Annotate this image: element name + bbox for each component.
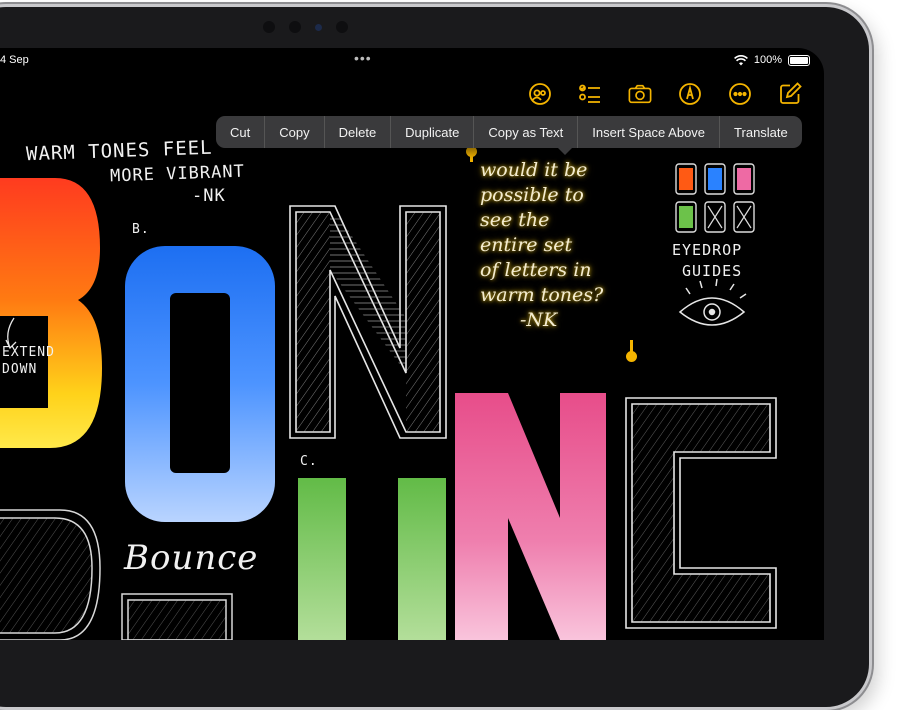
menu-item-delete[interactable]: Delete [325,116,392,148]
note-extend-line2: DOWN [2,362,38,377]
eyedrop-guides-line1: EYEDROP [672,241,743,259]
note-warm-tones-signature: -NK [192,186,226,206]
menu-item-translate[interactable]: Translate [720,116,802,148]
note-line: see the [480,209,550,231]
selection-end-handle[interactable] [626,340,637,362]
note-line: of letters in [480,259,592,281]
menu-item-copy-as-text[interactable]: Copy as Text [474,116,579,148]
label-b: B. [132,222,150,237]
front-camera [263,21,348,33]
note-line: would it be [480,159,588,181]
note-line: -NK [520,309,558,331]
note-line: warm tones? [480,284,604,306]
menu-item-copy[interactable]: Copy [265,116,325,148]
note-extend-line1: EXTEND [2,345,55,360]
note-line: possible to [480,184,584,206]
selected-handwritten-note[interactable]: would it be possible to see the entire s… [480,158,660,333]
notes-canvas[interactable]: 4 Sep ••• 100% WARM TONES FEEL MORE VIBR… [0,48,824,640]
bounce-script: Bounce [124,538,259,578]
menu-item-duplicate[interactable]: Duplicate [391,116,475,148]
menu-item-insert-space-above[interactable]: Insert Space Above [578,116,721,148]
eyedrop-guides-line2: GUIDES [682,262,743,280]
selection-start-handle[interactable] [466,146,477,162]
label-c: C. [300,454,318,469]
menu-item-cut[interactable]: Cut [216,116,266,148]
menu-pointer [558,148,572,155]
note-line: entire set [480,234,573,256]
edit-context-menu: Cut Copy Delete Duplicate Copy as Text I… [216,116,802,148]
